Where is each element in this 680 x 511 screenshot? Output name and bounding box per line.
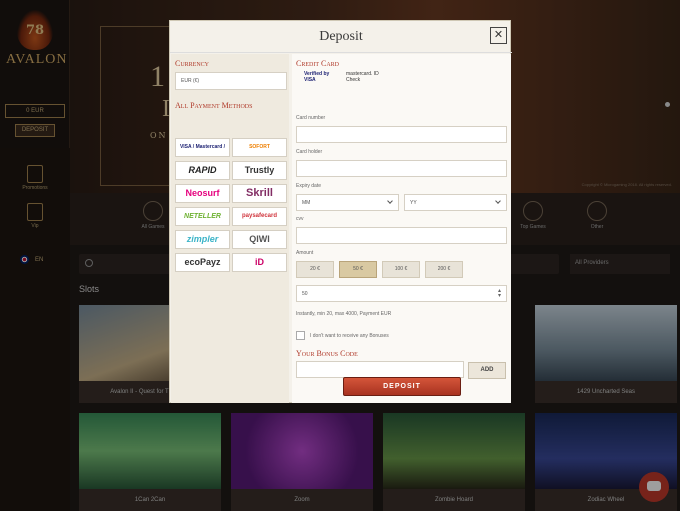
ecopayz-logo: ecoPayz: [184, 257, 221, 267]
paysafecard-logo: paysafecard: [241, 213, 278, 219]
expiry-month-select[interactable]: MM: [296, 194, 399, 211]
credit-card-title: Credit Card: [296, 59, 340, 68]
modal-title: Deposit: [319, 29, 363, 44]
neteller-logo: NETELLER: [184, 213, 221, 220]
payment-visa-mastercard[interactable]: VISA / Mastercard / Maestro: [175, 138, 230, 157]
currency-select[interactable]: EUR (€): [175, 72, 287, 90]
payment-skrill[interactable]: Skrill: [232, 184, 287, 203]
expiry-label: Expiry date: [296, 183, 322, 189]
trustly-logo: Trustly: [244, 165, 275, 175]
stepper-icon[interactable]: ▴ ▾: [498, 288, 501, 299]
payment-neosurf[interactable]: Neosurf: [175, 184, 230, 203]
amount-value: 50: [302, 291, 308, 297]
payment-rapid[interactable]: RAPID: [175, 161, 230, 180]
amount-label: Amount: [296, 250, 314, 256]
chevron-down-icon: [387, 198, 393, 204]
mastercard-id-check-logo: mastercard. ID Check: [346, 71, 379, 83]
chevron-down-icon: [495, 198, 501, 204]
deposit-modal: Deposit ✕ Currency EUR (€) All Payment M…: [169, 20, 512, 403]
amount-option-100[interactable]: 100 €: [382, 261, 420, 278]
zimpler-logo: zimpler: [186, 234, 219, 244]
sofort-logo: SOFORT ÜBERWEISUNG: [249, 144, 270, 150]
cvv-input[interactable]: [296, 227, 507, 244]
card-holder-label: Card holder: [296, 149, 323, 155]
select-value: YY: [410, 200, 417, 206]
amount-option-50[interactable]: 50 €: [339, 261, 377, 278]
payment-trustly[interactable]: Trustly: [232, 161, 287, 180]
cvv-label: cvv: [296, 216, 304, 222]
payment-ideal[interactable]: iD: [232, 253, 287, 272]
card-holder-input[interactable]: [296, 160, 507, 177]
no-bonus-label: I don't want to receive any Bonuses: [310, 333, 389, 339]
no-bonus-checkbox[interactable]: [296, 331, 305, 340]
verified-by-visa-logo: Verified by VISA: [304, 71, 330, 83]
card-form-column: Credit Card Verified by VISA mastercard.…: [292, 54, 511, 403]
payment-qiwi[interactable]: QIWI: [232, 230, 287, 249]
payment-ecopayz[interactable]: ecoPayz: [175, 253, 230, 272]
amount-option-20[interactable]: 20 €: [296, 261, 334, 278]
select-value: MM: [302, 200, 311, 206]
deposit-button[interactable]: DEPOSIT: [343, 377, 461, 396]
amount-input[interactable]: 50 ▴ ▾: [296, 285, 507, 302]
bonus-code-title: Your Bonus Code: [296, 349, 358, 358]
amount-option-200[interactable]: 200 €: [425, 261, 463, 278]
payment-method-column: Currency EUR (€) All Payment Methods VIS…: [171, 54, 289, 403]
qiwi-logo: QIWI: [249, 234, 270, 244]
payment-sofort[interactable]: SOFORT ÜBERWEISUNG: [232, 138, 287, 157]
card-logos-icon: VISA / Mastercard / Maestro: [179, 144, 226, 150]
currency-title: Currency: [175, 59, 210, 68]
bonus-code-input[interactable]: [296, 361, 464, 378]
expiry-year-select[interactable]: YY: [404, 194, 507, 211]
payment-neteller[interactable]: NETELLER: [175, 207, 230, 226]
close-button[interactable]: ✕: [490, 27, 507, 44]
card-number-label: Card number: [296, 115, 326, 121]
payment-zimpler[interactable]: zimpler: [175, 230, 230, 249]
skrill-logo: Skrill: [246, 187, 273, 199]
payment-paysafecard[interactable]: paysafecard: [232, 207, 287, 226]
limits-text: Instantly, min 20, max 4000, Payment EUR: [296, 311, 392, 317]
rapid-logo: RAPID: [188, 165, 217, 175]
card-number-input[interactable]: [296, 126, 507, 143]
add-bonus-button[interactable]: ADD: [468, 362, 506, 379]
modal-header: Deposit ✕: [170, 21, 512, 53]
payment-methods-title: All Payment Methods: [175, 101, 253, 110]
neosurf-logo: Neosurf: [185, 188, 220, 198]
ideal-logo: iD: [255, 257, 264, 267]
